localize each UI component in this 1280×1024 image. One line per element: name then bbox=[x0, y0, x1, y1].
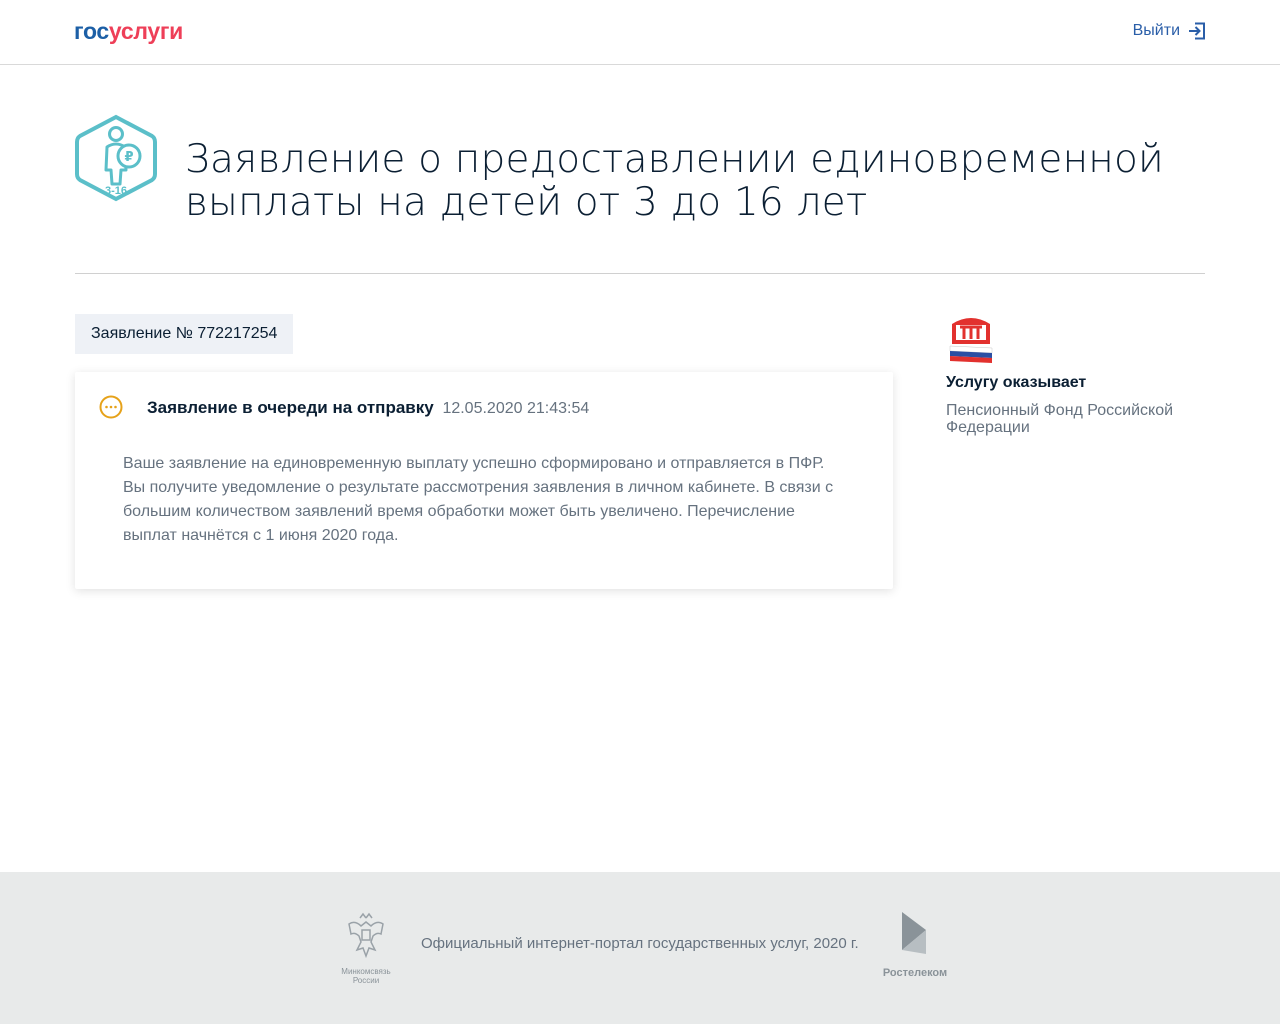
title-divider bbox=[75, 273, 1205, 274]
minkomsvyaz-logo[interactable]: Минкомсвязь России bbox=[336, 910, 396, 985]
status-text: Заявление в очереди на отправку bbox=[147, 398, 434, 417]
double-eagle-icon bbox=[348, 912, 384, 959]
logout-icon bbox=[1189, 22, 1205, 40]
logo-part-uslugi: услуги bbox=[108, 18, 183, 44]
provider-label: Услугу оказывает bbox=[946, 374, 1087, 391]
pending-status-icon bbox=[99, 395, 123, 419]
application-number-tag: Заявление № 772217254 bbox=[75, 314, 294, 354]
status-datetime: 12.05.2020 21:43:54 bbox=[442, 400, 590, 417]
page-title: Заявление о предоставлении единовременно… bbox=[185, 137, 1164, 225]
top-header: госуслуги Выйти bbox=[0, 0, 1280, 65]
rostelecom-logo[interactable]: Ростелеком bbox=[878, 910, 952, 980]
operator-caption: Ростелеком bbox=[882, 967, 948, 979]
gosuslugi-logo[interactable]: госуслуги bbox=[74, 18, 183, 45]
provider-name: Пенсионный Фонд Российской Федерации bbox=[946, 402, 1174, 436]
status-line: Заявление в очереди на отправку 12.05.20… bbox=[147, 398, 589, 418]
ministry-caption: Минкомсвязь России bbox=[341, 967, 391, 985]
logout-label: Выйти bbox=[1132, 22, 1180, 39]
child-payment-icon: ₽ 3-16 bbox=[75, 114, 157, 202]
status-card: Заявление в очереди на отправку 12.05.20… bbox=[75, 372, 893, 589]
icon-age-badge: 3-16 bbox=[105, 185, 127, 197]
logout-button[interactable]: Выйти bbox=[1133, 22, 1206, 40]
footer-copyright: Официальный интернет-портал государствен… bbox=[421, 935, 859, 952]
rostelecom-icon bbox=[902, 912, 926, 954]
status-message: Ваше заявление на единовременную выплату… bbox=[123, 455, 834, 544]
page-footer: Минкомсвязь России Официальный интернет-… bbox=[0, 872, 1280, 1024]
logo-part-gos: гос bbox=[74, 18, 109, 44]
svg-text:₽: ₽ bbox=[124, 150, 133, 165]
pfr-logo-icon bbox=[949, 318, 993, 363]
